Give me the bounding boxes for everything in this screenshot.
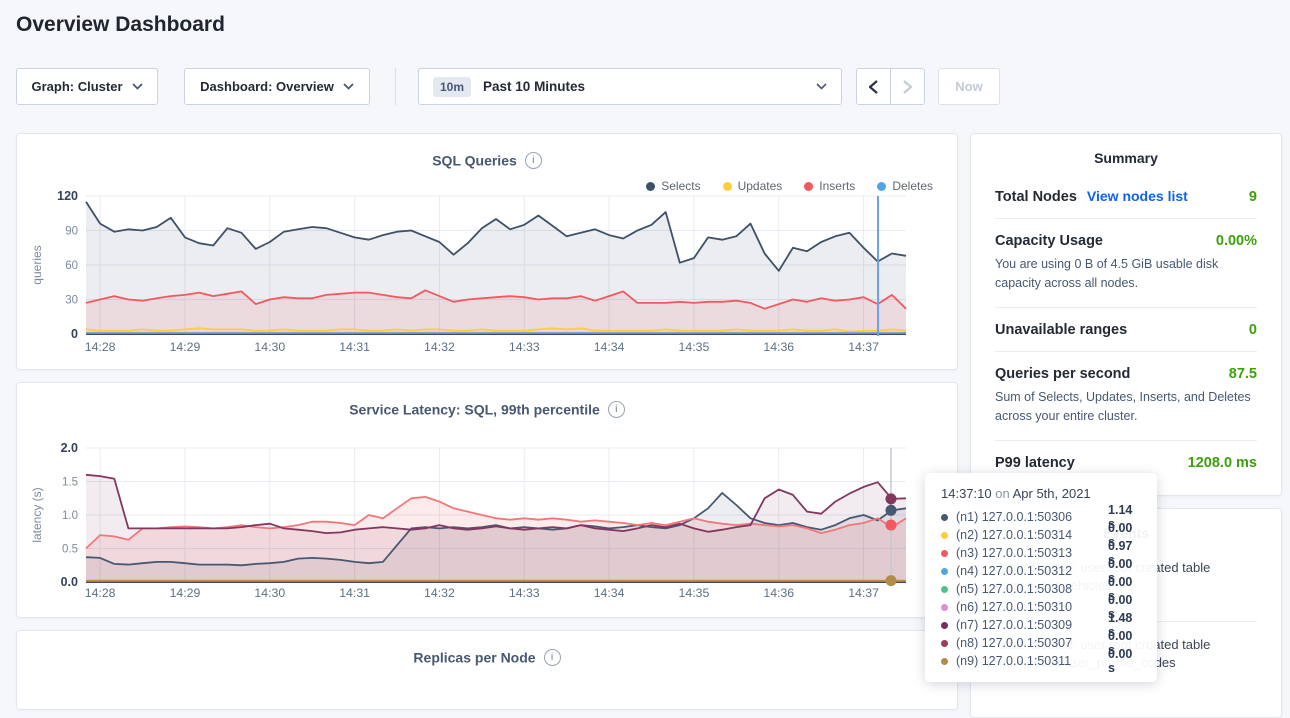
capacity-usage-value: 0.00%	[1216, 233, 1257, 249]
graph-scope-label: Graph: Cluster	[31, 79, 122, 94]
svg-text:14:33: 14:33	[509, 586, 540, 600]
svg-text:latency (s): latency (s)	[30, 487, 44, 542]
tooltip-timestamp: 14:37:10 on Apr 5th, 2021	[941, 486, 1141, 501]
node-address: (n5) 127.0.0.1:50308	[956, 582, 1100, 596]
node-address: (n7) 127.0.0.1:50309	[956, 618, 1100, 632]
svg-text:14:28: 14:28	[85, 586, 116, 600]
info-icon[interactable]	[544, 649, 561, 666]
summary-title: Summary	[995, 150, 1257, 166]
svg-text:14:28: 14:28	[85, 340, 116, 354]
svg-text:14:34: 14:34	[594, 586, 625, 600]
chevron-right-icon	[903, 80, 912, 94]
svg-text:120: 120	[57, 189, 78, 203]
svg-text:queries: queries	[30, 245, 44, 284]
svg-text:14:35: 14:35	[679, 340, 710, 354]
summary-panel: Summary Total Nodes View nodes list 9 Ca…	[970, 133, 1282, 496]
node-color-dot-icon	[941, 568, 948, 575]
svg-text:14:36: 14:36	[763, 586, 794, 600]
replicas-per-node-chart-title: Replicas per Node	[17, 648, 957, 666]
p99-latency-value: 1208.0 ms	[1188, 455, 1257, 471]
summary-row-unavailable-ranges: Unavailable ranges 0	[995, 308, 1257, 352]
toolbar-divider	[395, 68, 396, 105]
svg-text:2.0: 2.0	[61, 441, 78, 455]
svg-text:1.0: 1.0	[62, 510, 78, 522]
svg-text:14:35: 14:35	[679, 586, 710, 600]
node-color-dot-icon	[941, 658, 948, 665]
chevron-down-icon	[343, 83, 354, 90]
node-address: (n3) 127.0.0.1:50313	[956, 546, 1100, 560]
svg-text:14:34: 14:34	[594, 340, 625, 354]
svg-text:1.5: 1.5	[62, 477, 78, 489]
total-nodes-value: 9	[1249, 189, 1257, 205]
node-color-dot-icon	[941, 532, 948, 539]
node-color-dot-icon	[941, 622, 948, 629]
chevron-down-icon	[816, 83, 827, 90]
svg-text:14:32: 14:32	[424, 586, 455, 600]
summary-row-total-nodes: Total Nodes View nodes list 9	[995, 174, 1257, 219]
svg-text:14:33: 14:33	[509, 340, 540, 354]
dashboard-dropdown[interactable]: Dashboard: Overview	[184, 68, 370, 105]
node-address: (n8) 127.0.0.1:50307	[956, 636, 1100, 650]
node-latency-value: 0.00 s	[1108, 647, 1141, 675]
sql-queries-chart[interactable]: 0 30 60 90 120 14:28 14:29 14:30 14:31 14:32 14:33…	[17, 134, 959, 371]
svg-text:14:37: 14:37	[848, 586, 879, 600]
svg-text:0: 0	[71, 327, 78, 341]
node-address: (n4) 127.0.0.1:50312	[956, 564, 1100, 578]
tooltip-rows: (n1) 127.0.0.1:503061.14 s(n2) 127.0.0.1…	[941, 508, 1141, 670]
svg-text:60: 60	[65, 260, 78, 272]
node-color-dot-icon	[941, 604, 948, 611]
node-color-dot-icon	[941, 586, 948, 593]
time-window-badge: 10m	[433, 77, 471, 97]
sql-queries-chart-card: SQL Queries SelectsUpdatesInsertsDeletes…	[16, 133, 958, 370]
time-now-button[interactable]: Now	[938, 68, 1000, 105]
time-next-button[interactable]	[890, 68, 925, 105]
svg-text:14:29: 14:29	[170, 586, 201, 600]
node-address: (n9) 127.0.0.1:50311	[956, 654, 1100, 668]
node-address: (n1) 127.0.0.1:50306	[956, 510, 1100, 524]
view-nodes-list-link[interactable]: View nodes list	[1087, 188, 1188, 204]
svg-text:0.0: 0.0	[61, 575, 78, 589]
svg-text:14:32: 14:32	[424, 340, 455, 354]
node-color-dot-icon	[941, 514, 948, 521]
queries-per-second-value: 87.5	[1229, 366, 1257, 382]
node-color-dot-icon	[941, 640, 948, 647]
svg-text:30: 30	[65, 295, 78, 307]
graph-scope-dropdown[interactable]: Graph: Cluster	[16, 68, 158, 105]
svg-text:14:36: 14:36	[763, 340, 794, 354]
page-title: Overview Dashboard	[16, 13, 225, 37]
svg-text:14:29: 14:29	[170, 340, 201, 354]
tooltip-node-row: (n9) 127.0.0.1:503110.00 s	[941, 652, 1141, 670]
node-address: (n2) 127.0.0.1:50314	[956, 528, 1100, 542]
summary-row-queries-per-second: Queries per second 87.5 Sum of Selects, …	[995, 352, 1257, 441]
unavailable-ranges-value: 0	[1249, 322, 1257, 338]
svg-text:14:30: 14:30	[254, 340, 285, 354]
chart-hover-tooltip: 14:37:10 on Apr 5th, 2021 (n1) 127.0.0.1…	[925, 473, 1157, 682]
svg-text:14:37: 14:37	[848, 340, 879, 354]
chevron-left-icon	[869, 80, 878, 94]
time-window-label: Past 10 Minutes	[483, 79, 585, 94]
time-range-selector[interactable]: 10m Past 10 Minutes	[418, 68, 842, 105]
service-latency-chart[interactable]: 0.0 0.5 1.0 1.5 2.0 14:28 14:29 14:30 14:31 14:32…	[17, 383, 959, 619]
node-address: (n6) 127.0.0.1:50310	[956, 600, 1100, 614]
replicas-per-node-chart-card: Replicas per Node	[16, 630, 958, 710]
chevron-down-icon	[132, 83, 143, 90]
summary-row-capacity-usage: Capacity Usage 0.00% You are using 0 B o…	[995, 219, 1257, 308]
node-color-dot-icon	[941, 550, 948, 557]
dashboard-label: Dashboard: Overview	[200, 79, 334, 94]
time-prev-button[interactable]	[856, 68, 891, 105]
service-latency-chart-card: Service Latency: SQL, 99th percentile 0.…	[16, 382, 958, 618]
svg-text:14:30: 14:30	[254, 586, 285, 600]
svg-text:90: 90	[65, 226, 78, 238]
svg-text:14:31: 14:31	[339, 340, 370, 354]
svg-text:14:31: 14:31	[339, 586, 370, 600]
svg-text:0.5: 0.5	[62, 544, 78, 556]
